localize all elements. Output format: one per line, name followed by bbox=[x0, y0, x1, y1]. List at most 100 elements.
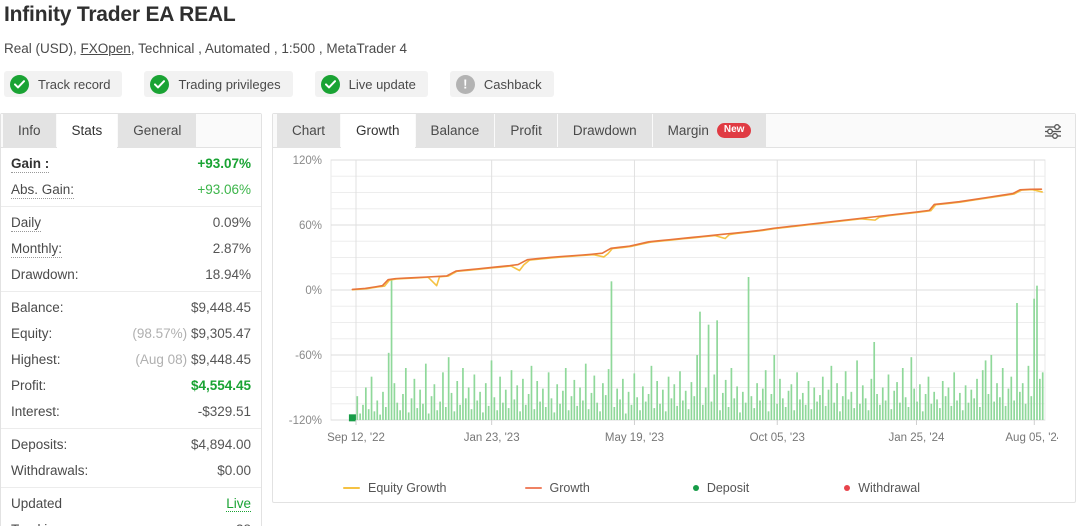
stat-value: $4,894.00 bbox=[190, 437, 251, 452]
sidebar-tab-general[interactable]: General bbox=[118, 114, 197, 148]
stat-value: +93.06% bbox=[197, 182, 251, 197]
svg-text:120%: 120% bbox=[293, 155, 322, 167]
legend-marker bbox=[524, 486, 542, 490]
legend-item-deposit[interactable]: Deposit bbox=[688, 481, 749, 495]
stats-sidebar: Info Stats General Gain : +93.07% Abs. Gain:… bbox=[0, 113, 262, 526]
stat-label[interactable]: Gain : bbox=[11, 155, 50, 173]
sidebar-tab-info[interactable]: Info bbox=[3, 114, 56, 148]
stat-value-wrap: (98.57%) $9,305.47 bbox=[132, 321, 251, 347]
chart-tab-label: Drawdown bbox=[572, 122, 637, 138]
stat-row: Drawdown: 18.94% bbox=[11, 262, 251, 288]
stat-value: -$329.51 bbox=[197, 404, 251, 419]
sidebar-tabs: Info Stats General bbox=[1, 114, 261, 148]
badge-trading-privileges[interactable]: Trading privileges bbox=[144, 71, 293, 97]
stat-value[interactable]: Live bbox=[226, 496, 251, 512]
badge-track-record[interactable]: Track record bbox=[4, 71, 123, 97]
chart-panel: Chart Growth Balance Profit Drawdown Margin Ne… bbox=[272, 113, 1076, 503]
legend-item-equity-growth[interactable]: Equity Growth bbox=[343, 481, 447, 495]
svg-text:Aug 05, '24: Aug 05, '24 bbox=[1005, 432, 1058, 444]
stat-value-wrap: $4,554.45 bbox=[191, 373, 251, 399]
badge-label: Live update bbox=[348, 76, 416, 92]
chart-tab-growth[interactable]: Growth bbox=[341, 113, 415, 148]
sliders-icon[interactable] bbox=[1039, 118, 1067, 144]
stat-group: Deposits: $4,894.00 Withdrawals: $0.00 bbox=[1, 428, 261, 487]
stat-label[interactable]: Daily bbox=[11, 214, 42, 232]
stat-label: Updated bbox=[11, 496, 63, 511]
stat-value-wrap: Live bbox=[226, 491, 251, 517]
legend-item-withdrawal[interactable]: Withdrawal bbox=[839, 481, 920, 495]
stat-value-wrap: $4,894.00 bbox=[191, 432, 251, 458]
new-badge: New bbox=[716, 123, 752, 138]
stat-label: Equity: bbox=[11, 326, 53, 341]
stat-label: Balance: bbox=[11, 300, 64, 315]
stat-row: Abs. Gain: +93.06% bbox=[11, 177, 251, 203]
stat-row: Tracking 38 bbox=[11, 517, 251, 526]
legend-label: Equity Growth bbox=[368, 481, 447, 495]
page-title: Infinity Trader EA REAL bbox=[4, 3, 236, 26]
stat-value: 18.94% bbox=[205, 267, 251, 282]
stat-value: +93.07% bbox=[197, 156, 251, 171]
sidebar-tab-stats[interactable]: Stats bbox=[56, 114, 118, 148]
stat-label: Deposits: bbox=[11, 437, 68, 452]
legend-marker bbox=[343, 486, 360, 490]
chart-tab-drawdown[interactable]: Drawdown bbox=[557, 113, 652, 148]
stat-value: $9,448.45 bbox=[190, 352, 251, 367]
stat-value-wrap: 2.87% bbox=[213, 236, 251, 262]
svg-text:-60%: -60% bbox=[295, 350, 322, 362]
svg-text:Jan 25, '24: Jan 25, '24 bbox=[889, 432, 946, 444]
stat-value-prefix: (98.57%) bbox=[132, 326, 188, 341]
stat-value-wrap: -$329.51 bbox=[198, 399, 251, 425]
stat-label[interactable]: Monthly: bbox=[11, 240, 63, 258]
verification-badges: Track record Trading privileges Live updat… bbox=[4, 71, 1076, 97]
stat-value-wrap: 0.09% bbox=[213, 210, 251, 236]
stat-row: Monthly: 2.87% bbox=[11, 236, 251, 262]
svg-text:Oct 05, '23: Oct 05, '23 bbox=[750, 432, 805, 444]
stat-row: Updated Live bbox=[11, 491, 251, 517]
account-subtitle: Real (USD), FXOpen, Technical , Automate… bbox=[4, 40, 1076, 57]
stat-label: Profit: bbox=[11, 378, 47, 393]
chart-tab-chart[interactable]: Chart bbox=[277, 113, 341, 148]
badge-label: Trading privileges bbox=[178, 76, 281, 92]
stat-label: Drawdown: bbox=[11, 267, 79, 282]
chart-tab-label: Chart bbox=[292, 122, 326, 138]
legend-marker bbox=[692, 485, 699, 491]
stat-value-wrap: +93.06% bbox=[197, 177, 251, 203]
chart-tab-margin[interactable]: Margin New bbox=[652, 113, 767, 148]
stat-label[interactable]: Abs. Gain: bbox=[11, 181, 75, 199]
stat-row: Withdrawals: $0.00 bbox=[11, 458, 251, 484]
stat-row: Highest: (Aug 08) $9,448.45 bbox=[11, 347, 251, 373]
chart-tab-profit[interactable]: Profit bbox=[495, 113, 557, 148]
svg-text:60%: 60% bbox=[299, 220, 322, 232]
stat-value-prefix: (Aug 08) bbox=[135, 352, 188, 367]
legend-item-growth[interactable]: Growth bbox=[524, 481, 590, 495]
stat-label: Interest: bbox=[11, 404, 60, 419]
chart-tab-label: Balance bbox=[430, 122, 480, 138]
legend-label: Deposit bbox=[706, 481, 750, 495]
check-circle-icon bbox=[320, 74, 340, 94]
svg-text:Jan 23, '23: Jan 23, '23 bbox=[464, 432, 520, 444]
broker-link[interactable]: FXOpen bbox=[81, 41, 131, 56]
stat-value-wrap: 18.94% bbox=[205, 262, 251, 288]
growth-chart-svg: -120% -60% 0% 60% 120% Sep 12, '22 Jan 23, '23… bbox=[289, 155, 1058, 444]
legend-marker bbox=[844, 485, 851, 491]
stat-group: Daily 0.09% Monthly: 2.87% Drawdown: 18.94% bbox=[1, 206, 261, 291]
stat-row: Gain : +93.07% bbox=[11, 151, 251, 177]
badge-live-update[interactable]: Live update bbox=[314, 71, 428, 97]
stat-value-wrap: $0.00 bbox=[217, 458, 251, 484]
sidebar-stats: Gain : +93.07% Abs. Gain: +93.06% Daily 0.09%… bbox=[1, 148, 261, 526]
stat-label: Highest: bbox=[11, 352, 61, 367]
chart-legend: Equity Growth Growth Deposit Withdrawal bbox=[273, 481, 1075, 495]
stat-value-wrap: (Aug 08) $9,448.45 bbox=[135, 347, 251, 373]
chart-tab-balance[interactable]: Balance bbox=[415, 113, 495, 148]
stat-value: $0.00 bbox=[217, 463, 251, 478]
badge-cashback[interactable]: ! Cashback bbox=[449, 71, 554, 97]
svg-text:May 19, '23: May 19, '23 bbox=[605, 432, 664, 444]
stat-row: Interest: -$329.51 bbox=[11, 399, 251, 425]
stat-value: 2.87% bbox=[212, 241, 251, 256]
svg-text:Sep 12, '22: Sep 12, '22 bbox=[327, 432, 385, 444]
stat-value-wrap: +93.07% bbox=[197, 151, 251, 177]
legend-label: Withdrawal bbox=[858, 481, 921, 495]
svg-text:0%: 0% bbox=[305, 285, 322, 297]
stat-label: Tracking bbox=[11, 517, 62, 526]
stat-row: Balance: $9,448.45 bbox=[11, 295, 251, 321]
